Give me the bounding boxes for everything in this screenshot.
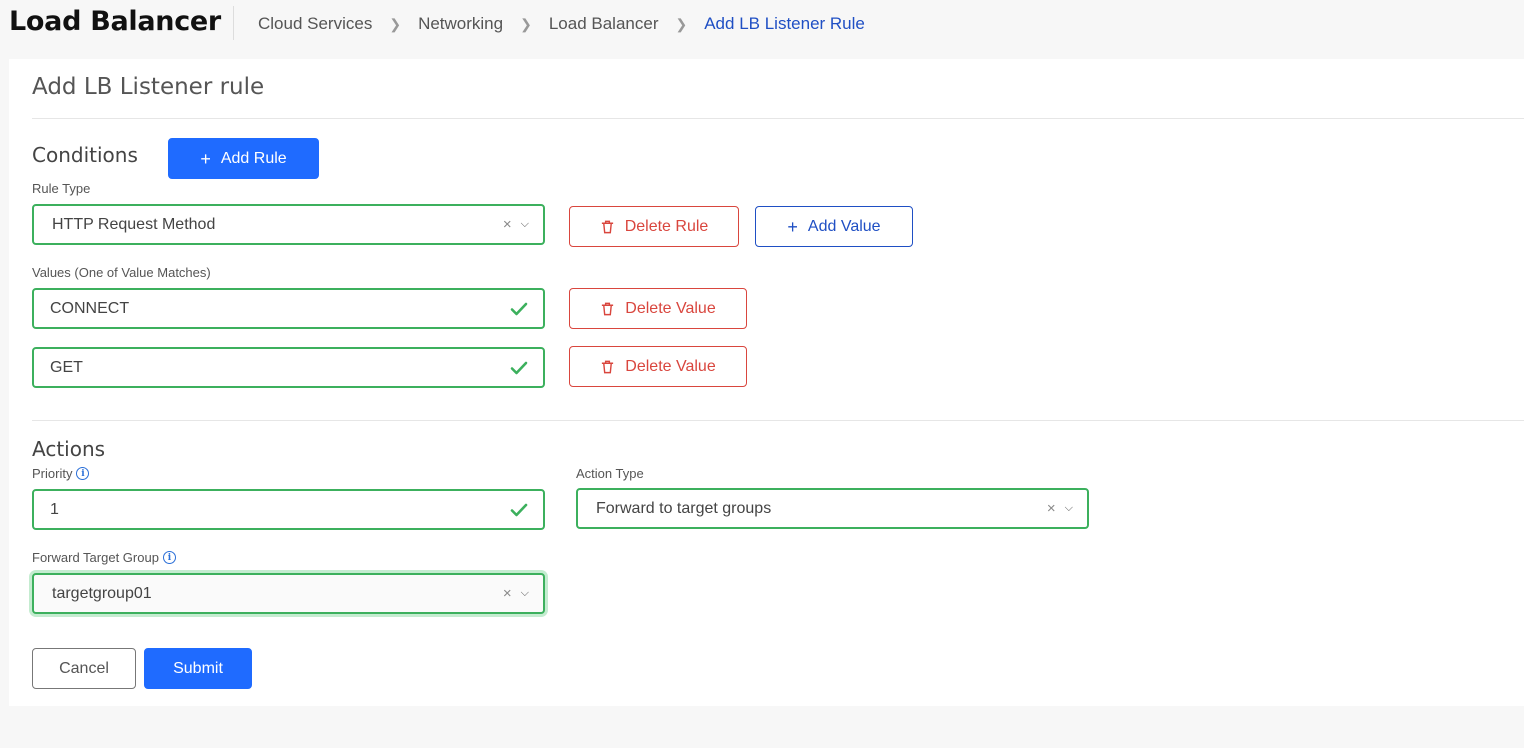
action-type-value: Forward to target groups bbox=[596, 499, 772, 517]
title-divider bbox=[233, 6, 234, 40]
cancel-label: Cancel bbox=[59, 659, 109, 677]
plus-icon: + bbox=[787, 216, 798, 237]
priority-input[interactable]: 1 bbox=[32, 489, 545, 530]
target-group-select[interactable]: targetgroup01 × ⌵ bbox=[32, 573, 545, 614]
delete-rule-button[interactable]: Delete Rule bbox=[569, 206, 739, 247]
chevron-down-icon[interactable]: ⌵ bbox=[521, 218, 529, 231]
chevron-right-icon: ❯ bbox=[675, 15, 688, 32]
rule-type-value: HTTP Request Method bbox=[52, 215, 216, 233]
action-type-label-text: Action Type bbox=[576, 466, 644, 481]
breadcrumb: Cloud Services ❯ Networking ❯ Load Balan… bbox=[258, 14, 865, 34]
chevron-down-icon[interactable]: ⌵ bbox=[521, 587, 529, 600]
clear-icon[interactable]: × bbox=[503, 216, 512, 233]
breadcrumb-load-balancer[interactable]: Load Balancer bbox=[549, 14, 659, 34]
value-input-1[interactable]: CONNECT bbox=[32, 288, 545, 329]
info-icon[interactable]: i bbox=[162, 551, 176, 564]
add-value-button[interactable]: + Add Value bbox=[755, 206, 913, 247]
priority-label-text: Priority bbox=[32, 466, 73, 481]
action-type-label: Action Type bbox=[576, 466, 644, 481]
rule-type-label-text: Rule Type bbox=[32, 181, 91, 196]
add-value-label: Add Value bbox=[807, 217, 881, 235]
chevron-down-icon[interactable]: ⌵ bbox=[1065, 502, 1073, 515]
breadcrumb-current: Add LB Listener Rule bbox=[704, 14, 865, 33]
check-icon bbox=[510, 361, 528, 374]
trash-icon bbox=[601, 220, 613, 233]
action-type-select[interactable]: Forward to target groups × ⌵ bbox=[576, 488, 1089, 529]
form-panel: Add LB Listener rule Conditions + Add Ru… bbox=[9, 59, 1524, 706]
delete-value-label: Delete Value bbox=[625, 299, 716, 317]
info-icon[interactable]: i bbox=[76, 467, 90, 480]
breadcrumb-networking[interactable]: Networking bbox=[418, 14, 503, 34]
values-label: Values (One of Value Matches) bbox=[32, 265, 211, 280]
plus-icon: + bbox=[200, 148, 211, 169]
clear-icon[interactable]: × bbox=[503, 585, 512, 602]
top-bar: Load Balancer Cloud Services ❯ Networkin… bbox=[0, 0, 1524, 48]
breadcrumb-cloud-services[interactable]: Cloud Services bbox=[258, 14, 372, 34]
delete-value-button-2[interactable]: Delete Value bbox=[569, 346, 747, 387]
section-divider bbox=[32, 420, 1524, 421]
target-group-value: targetgroup01 bbox=[52, 584, 152, 602]
page-title: Add LB Listener rule bbox=[32, 74, 265, 100]
submit-label: Submit bbox=[173, 659, 223, 677]
chevron-right-icon: ❯ bbox=[520, 15, 532, 32]
title-divider-line bbox=[32, 118, 1524, 119]
priority-value: 1 bbox=[50, 500, 59, 518]
trash-icon bbox=[602, 360, 614, 373]
delete-value-label: Delete Value bbox=[625, 357, 716, 375]
submit-button[interactable]: Submit bbox=[144, 648, 252, 689]
clear-icon[interactable]: × bbox=[1047, 500, 1056, 517]
values-label-text: Values (One of Value Matches) bbox=[32, 265, 211, 280]
target-group-label-text: Forward Target Group bbox=[32, 550, 159, 565]
value-input-text: CONNECT bbox=[50, 299, 130, 317]
add-rule-label: Add Rule bbox=[220, 149, 287, 167]
chevron-right-icon: ❯ bbox=[389, 15, 402, 32]
app-title: Load Balancer bbox=[9, 6, 221, 37]
add-rule-button[interactable]: + Add Rule bbox=[168, 138, 319, 179]
priority-label: Priority i bbox=[32, 466, 90, 481]
conditions-title: Conditions bbox=[32, 143, 138, 167]
cancel-button[interactable]: Cancel bbox=[32, 648, 136, 689]
delete-rule-label: Delete Rule bbox=[624, 217, 709, 235]
rule-type-label: Rule Type bbox=[32, 181, 90, 196]
value-input-text: GET bbox=[50, 358, 83, 376]
check-icon bbox=[510, 503, 528, 516]
actions-title: Actions bbox=[32, 437, 106, 461]
rule-type-select[interactable]: HTTP Request Method × ⌵ bbox=[32, 204, 545, 245]
value-input-2[interactable]: GET bbox=[32, 347, 545, 388]
trash-icon bbox=[602, 302, 614, 315]
target-group-label: Forward Target Group i bbox=[32, 550, 176, 565]
check-icon bbox=[510, 302, 528, 315]
delete-value-button-1[interactable]: Delete Value bbox=[569, 288, 747, 329]
